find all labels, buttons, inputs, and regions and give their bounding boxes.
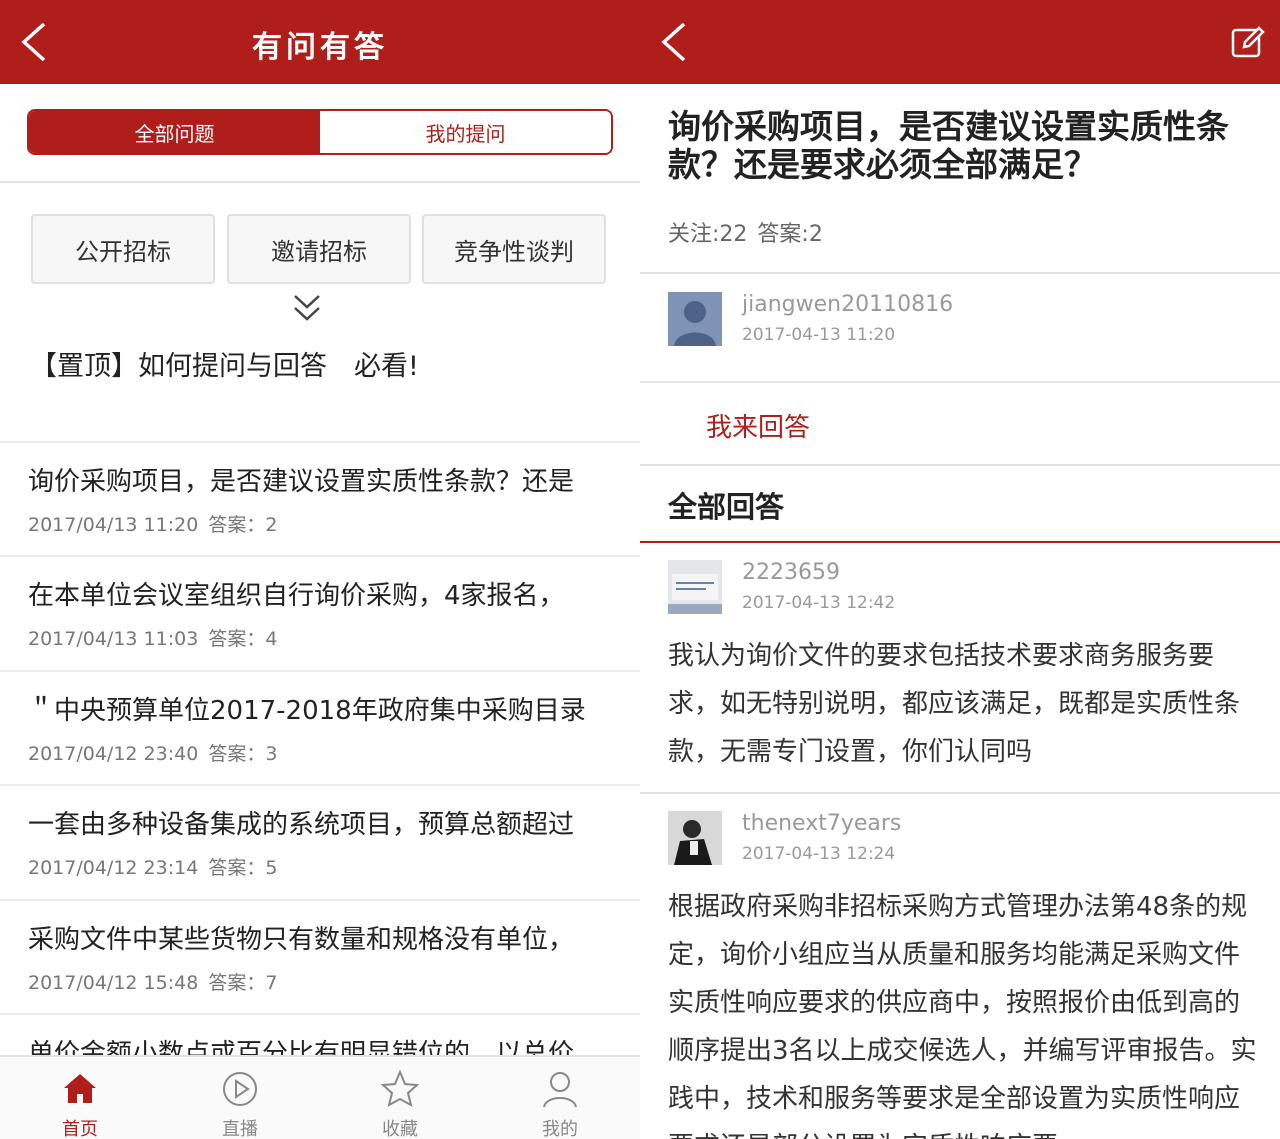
tab-profile[interactable]: 我的: [480, 1057, 640, 1139]
question-meta: 2017/04/13 11:20 答案：2: [28, 510, 287, 537]
question-item[interactable]: 询价采购项目，是否建议设置实质性条款？还是 2017/04/13 11:20 答案…: [0, 441, 640, 555]
all-answers-heading: 全部回答: [668, 490, 785, 524]
top-bar: [640, 0, 1280, 84]
question-meta: 2017/04/13 11:03 答案：4: [28, 624, 287, 651]
star-icon: [380, 1069, 420, 1107]
divider: [640, 792, 1280, 794]
question-title: 一套由多种设备集成的系统项目，预算总额超过: [28, 810, 575, 840]
question-title: ＂中央预算单位2017-2018年政府集中采购目录: [28, 696, 586, 726]
question-title: 采购文件中某些货物只有数量和规格没有单位，: [28, 925, 575, 955]
answer-text: 我认为询价文件的要求包括技术要求商务服务要求，如无特别说明，都应该满足，既都是实…: [668, 641, 1241, 767]
question-meta: 2017/04/12 23:40 答案：3: [28, 739, 287, 766]
answer-time: 2017-04-13 12:24: [742, 844, 896, 864]
tab-my-questions[interactable]: 我的提问: [320, 111, 611, 153]
tab-all-questions[interactable]: 全部问题: [29, 111, 320, 153]
tab-favorites[interactable]: 收藏: [320, 1057, 480, 1139]
tab-home[interactable]: 首页: [0, 1057, 160, 1139]
question-stats: 关注:22 答案:2: [668, 216, 833, 248]
answer-count: 答案：4: [208, 628, 278, 650]
answer-text: 根据政府采购非招标采购方式管理办法第48条的规定，询价小组应当从质量和服务均能满…: [668, 892, 1257, 1139]
divider: [640, 272, 1280, 274]
photo-avatar-icon: [668, 811, 722, 865]
category-competitive-negotiation[interactable]: 竞争性谈判: [422, 214, 606, 284]
tab-home-label: 首页: [62, 1119, 98, 1139]
default-avatar-icon: [668, 292, 722, 346]
question-item[interactable]: 一套由多种设备集成的系统项目，预算总额超过 2017/04/12 23:14 答案…: [0, 784, 640, 898]
edit-icon[interactable]: [1228, 22, 1268, 62]
top-bar: 有问有答: [0, 0, 640, 84]
answer-count: 答案：5: [208, 857, 278, 879]
question-detail-screen: 询价采购项目，是否建议设置实质性条款？还是要求必须全部满足？ 关注:22 答案:2…: [640, 0, 1280, 1139]
question-item[interactable]: 在本单位会议室组织自行询价采购，4家报名， 2017/04/13 11:03 答案…: [0, 555, 640, 669]
question-title: 在本单位会议室组织自行询价采购，4家报名，: [28, 581, 565, 611]
question-meta: 2017/04/12 15:48 答案：7: [28, 968, 287, 995]
avatar[interactable]: [668, 811, 722, 865]
question-date: 2017/04/12 23:14: [28, 857, 199, 879]
tab-live-label: 直播: [222, 1119, 258, 1139]
home-icon: [64, 1074, 96, 1103]
answer-count: 答案：3: [208, 743, 278, 765]
answer-count: 答案:2: [757, 222, 823, 247]
double-chevron-down-icon[interactable]: [290, 292, 324, 324]
play-icon: [223, 1072, 257, 1106]
back-arrow-icon[interactable]: [656, 18, 696, 66]
avatar[interactable]: [668, 560, 722, 614]
tab-live[interactable]: 直播: [160, 1057, 320, 1139]
category-public-tender[interactable]: 公开招标: [31, 214, 215, 284]
question-list-screen: 有问有答 全部问题 我的提问 公开招标 邀请招标 竞争性谈判 【置顶】如何提问与…: [0, 0, 640, 1139]
question-title: 询价采购项目，是否建议设置实质性条款？还是: [28, 467, 575, 497]
question-meta: 2017/04/12 23:14 答案：5: [28, 853, 287, 880]
question-date: 2017/04/13 11:03: [28, 628, 199, 650]
answer-count: 答案：2: [208, 514, 278, 536]
asker-name[interactable]: jiangwen20110816: [742, 292, 953, 317]
divider: [0, 181, 640, 183]
answer-button[interactable]: 我来回答: [706, 407, 810, 444]
question-filter-tabs: 全部问题 我的提问: [27, 109, 613, 155]
pinned-post[interactable]: 【置顶】如何提问与回答 必看!: [30, 344, 419, 383]
divider: [640, 381, 1280, 383]
asker-time: 2017-04-13 11:20: [742, 325, 896, 345]
question-date: 2017/04/12 15:48: [28, 972, 199, 994]
page-title: 有问有答: [252, 30, 388, 65]
question-title: 询价采购项目，是否建议设置实质性条款？还是要求必须全部满足？: [668, 107, 1229, 184]
divider: [640, 464, 1280, 466]
answerer-name[interactable]: thenext7years: [742, 811, 901, 836]
avatar[interactable]: [668, 292, 722, 346]
question-date: 2017/04/13 11:20: [28, 514, 199, 536]
answerer-name[interactable]: 2223659: [742, 560, 840, 585]
document-avatar-icon: [668, 560, 722, 614]
question-item[interactable]: 采购文件中某些货物只有数量和规格没有单位， 2017/04/12 15:48 答案…: [0, 899, 640, 1013]
red-divider: [640, 541, 1280, 543]
tab-favorites-label: 收藏: [382, 1119, 418, 1139]
answer-count: 答案：7: [208, 972, 278, 994]
question-item[interactable]: ＂中央预算单位2017-2018年政府集中采购目录 2017/04/12 23:…: [0, 670, 640, 784]
bottom-tab-bar: 首页 直播 收藏 我的: [0, 1055, 640, 1139]
follow-count: 关注:22: [668, 222, 748, 247]
answer-time: 2017-04-13 12:42: [742, 593, 896, 613]
category-invited-tender[interactable]: 邀请招标: [227, 214, 411, 284]
tab-profile-label: 我的: [542, 1119, 578, 1139]
user-icon: [543, 1072, 577, 1108]
question-date: 2017/04/12 23:40: [28, 743, 199, 765]
